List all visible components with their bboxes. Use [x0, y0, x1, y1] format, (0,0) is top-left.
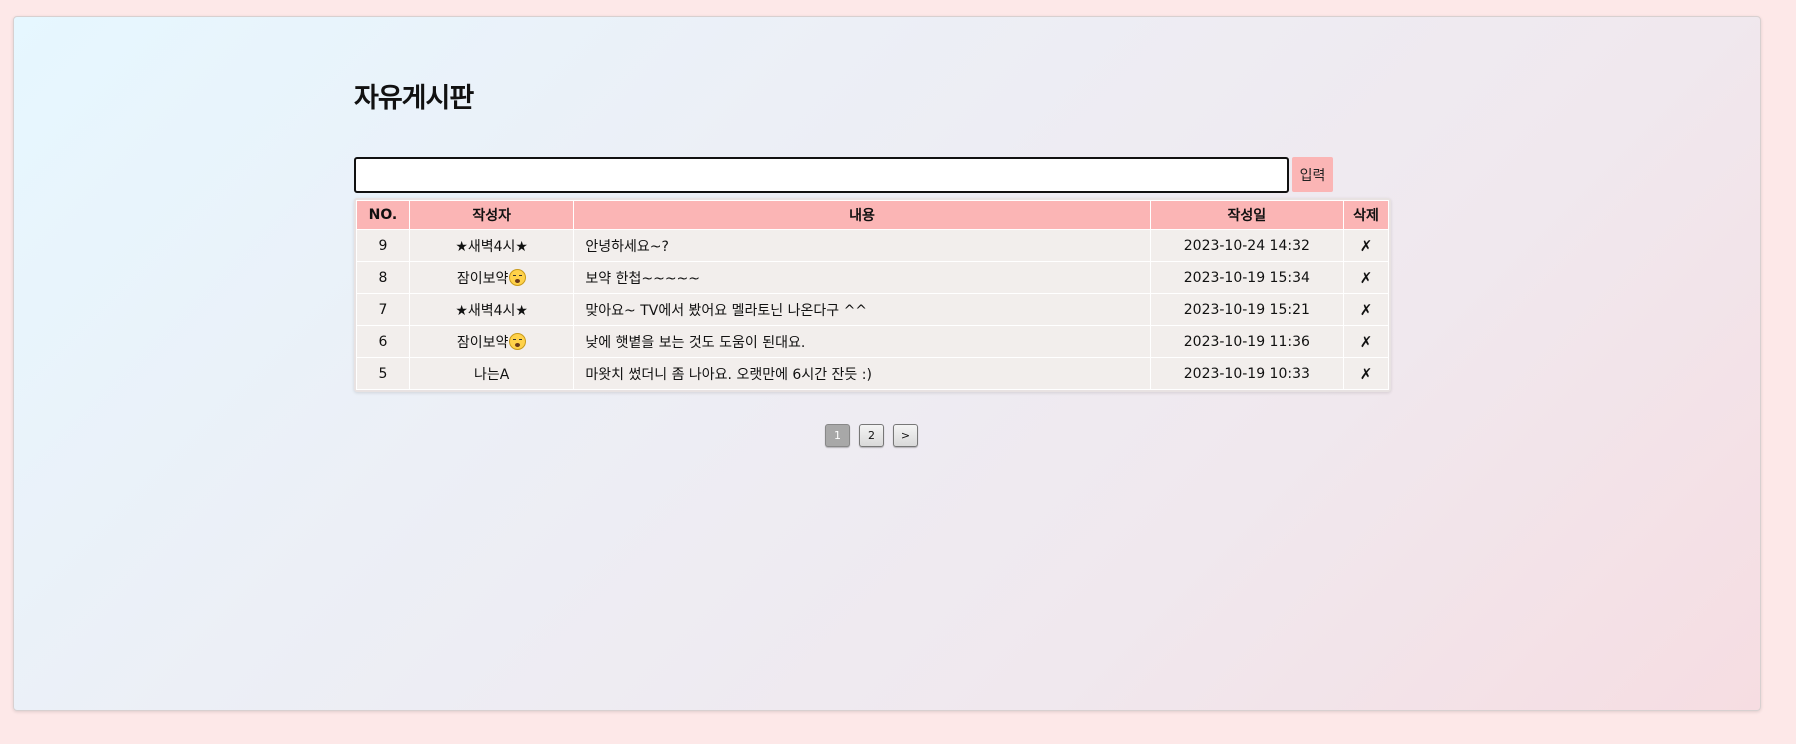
sleeping-face-icon — [509, 268, 527, 286]
delete-button[interactable]: ✗ — [1344, 294, 1388, 325]
header-content: 내용 — [574, 201, 1150, 229]
delete-icon[interactable]: ✗ — [1360, 333, 1373, 351]
table-row: 9 ★새벽4시★ 안녕하세요~? 2023-10-24 14:32 ✗ — [357, 230, 1388, 261]
row-no: 6 — [357, 326, 409, 357]
row-author: 잠이보약 — [409, 326, 574, 357]
posts-table: NO. 작성자 내용 작성일 삭제 9 ★새벽4시★ 안녕하세요~? 2023-… — [354, 198, 1391, 392]
post-input[interactable] — [354, 157, 1289, 193]
row-no: 5 — [357, 358, 409, 389]
row-author: 나는A — [409, 358, 574, 389]
page-button-2[interactable]: 2 — [859, 424, 884, 447]
author-name: 잠이보약 — [456, 270, 509, 287]
table-row: 6 잠이보약 낮에 햇볕을 보는 것도 도움이 된대요. 2023-10-19 … — [357, 326, 1388, 357]
table-row: 5 나는A 마왓치 썼더니 좀 나아요. 오랫만에 6시간 잔듯 :) 2023… — [357, 358, 1388, 389]
row-author: 잠이보약 — [409, 262, 574, 293]
header-date: 작성일 — [1150, 201, 1344, 229]
submit-button[interactable]: 입력 — [1292, 157, 1333, 192]
delete-icon[interactable]: ✗ — [1360, 365, 1373, 383]
page-title: 자유게시판 — [354, 83, 474, 114]
row-author: ★새벽4시★ — [409, 230, 574, 261]
row-content[interactable]: 맞아요~ TV에서 봤어요 멜라토닌 나온다구 ^^ — [574, 294, 1150, 325]
header-no: NO. — [357, 201, 409, 229]
author-name: 나는A — [473, 366, 510, 383]
row-no: 8 — [357, 262, 409, 293]
delete-button[interactable]: ✗ — [1344, 326, 1388, 357]
pagination: 1 2 > — [825, 424, 918, 447]
row-date: 2023-10-24 14:32 — [1150, 230, 1344, 261]
page-button-1[interactable]: 1 — [825, 424, 850, 447]
table-header-row: NO. 작성자 내용 작성일 삭제 — [357, 201, 1388, 229]
row-author: ★새벽4시★ — [409, 294, 574, 325]
row-date: 2023-10-19 11:36 — [1150, 326, 1344, 357]
table-row: 8 잠이보약 보약 한첩~~~~~ 2023-10-19 15:34 ✗ — [357, 262, 1388, 293]
header-author: 작성자 — [409, 201, 574, 229]
delete-button[interactable]: ✗ — [1344, 262, 1388, 293]
row-date: 2023-10-19 15:21 — [1150, 294, 1344, 325]
author-name: ★새벽4시★ — [455, 238, 528, 255]
row-no: 7 — [357, 294, 409, 325]
delete-icon[interactable]: ✗ — [1360, 301, 1373, 319]
delete-button[interactable]: ✗ — [1344, 230, 1388, 261]
delete-icon[interactable]: ✗ — [1360, 237, 1373, 255]
header-delete: 삭제 — [1344, 201, 1388, 229]
next-page-button[interactable]: > — [893, 424, 918, 447]
row-content[interactable]: 낮에 햇볕을 보는 것도 도움이 된대요. — [574, 326, 1150, 357]
row-content[interactable]: 마왓치 썼더니 좀 나아요. 오랫만에 6시간 잔듯 :) — [574, 358, 1150, 389]
author-name: 잠이보약 — [456, 334, 509, 351]
row-content[interactable]: 안녕하세요~? — [574, 230, 1150, 261]
delete-button[interactable]: ✗ — [1344, 358, 1388, 389]
row-content[interactable]: 보약 한첩~~~~~ — [574, 262, 1150, 293]
row-no: 9 — [357, 230, 409, 261]
sleeping-face-icon — [509, 332, 527, 350]
table-row: 7 ★새벽4시★ 맞아요~ TV에서 봤어요 멜라토닌 나온다구 ^^ 2023… — [357, 294, 1388, 325]
row-date: 2023-10-19 10:33 — [1150, 358, 1344, 389]
row-date: 2023-10-19 15:34 — [1150, 262, 1344, 293]
delete-icon[interactable]: ✗ — [1360, 269, 1373, 287]
author-name: ★새벽4시★ — [455, 302, 528, 319]
